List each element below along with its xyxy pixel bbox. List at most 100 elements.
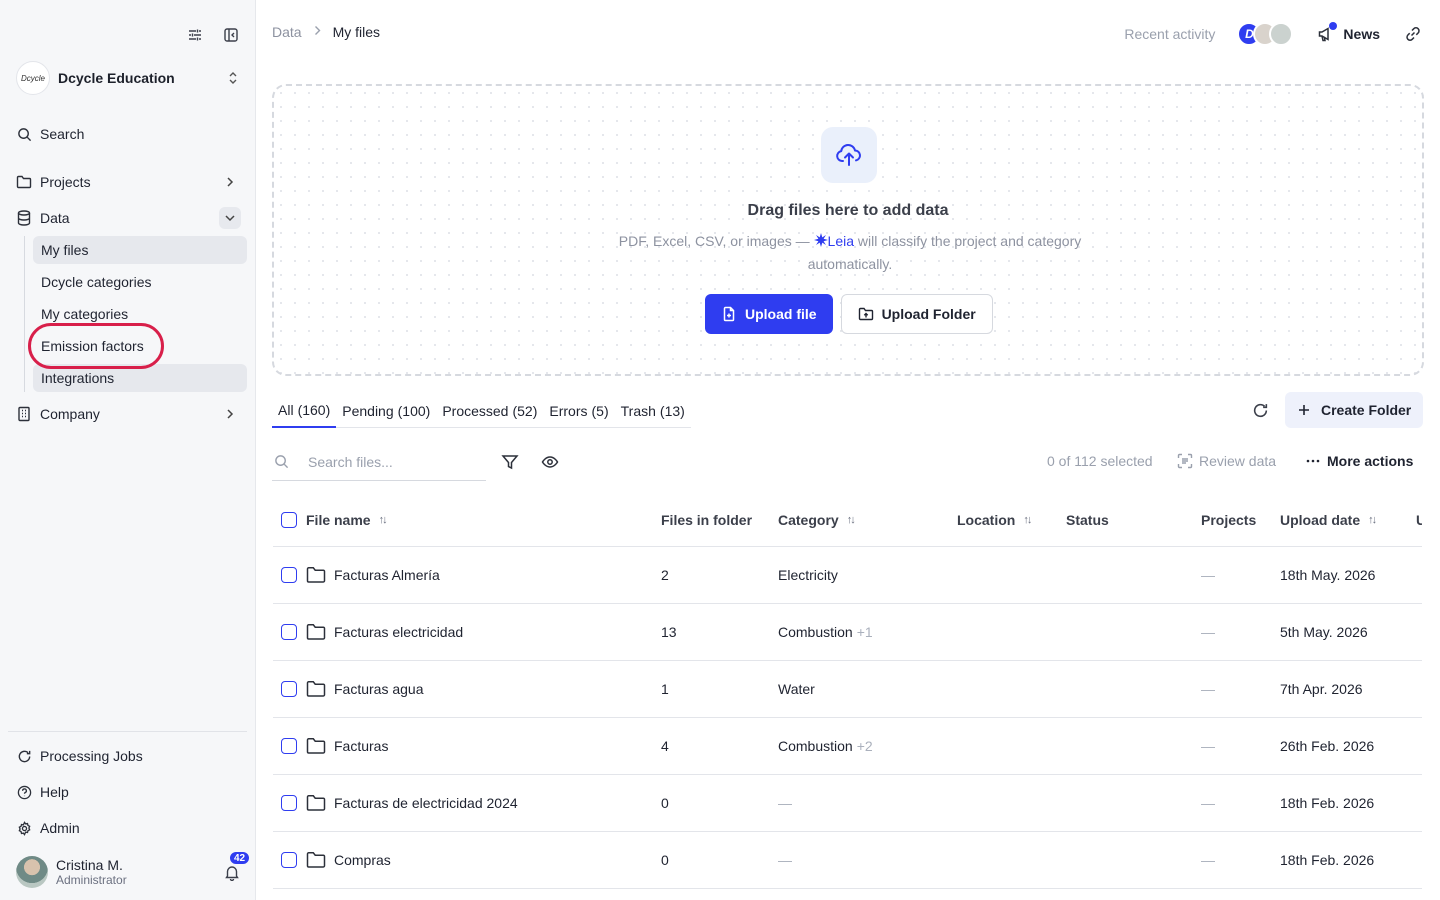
table-row[interactable]: Facturas Almería 2 Electricity — 18th Ma…: [273, 547, 1422, 604]
tab-pending[interactable]: Pending (100): [336, 394, 436, 428]
row-checkbox[interactable]: [281, 738, 297, 754]
scan-icon: [1177, 453, 1193, 469]
breadcrumb-data-link[interactable]: Data: [272, 24, 302, 40]
upload-folder-button[interactable]: Upload Folder: [840, 294, 993, 334]
select-all-checkbox[interactable]: [281, 512, 297, 528]
row-checkbox[interactable]: [281, 567, 297, 583]
collapse-sidebar-icon[interactable]: [222, 26, 240, 44]
file-name-cell: Facturas Almería: [306, 566, 661, 584]
file-name[interactable]: Facturas de electricidad 2024: [334, 795, 518, 811]
file-name[interactable]: Compras: [334, 852, 391, 868]
refresh-icon: [16, 748, 32, 764]
sort-icon[interactable]: ↑↓: [847, 514, 856, 526]
filter-icon[interactable]: [501, 453, 519, 471]
leia-link[interactable]: Leia: [813, 233, 858, 249]
category-cell: Combustion +1: [778, 624, 957, 640]
tab-count: (160): [297, 402, 331, 418]
column-label: File name: [306, 512, 371, 528]
category-value: —: [778, 795, 792, 811]
sidebar-item-processing-jobs[interactable]: Processing Jobs: [16, 742, 241, 770]
upload-date: 26th Feb. 2026: [1280, 738, 1375, 754]
dropzone-subtitle: PDF, Excel, CSV, or images — Leia will c…: [594, 230, 1106, 276]
notifications-button[interactable]: 42: [222, 850, 252, 882]
collaborator-avatars[interactable]: D: [1237, 22, 1294, 46]
sidebar-item-data[interactable]: Data: [16, 204, 241, 232]
tab-errors[interactable]: Errors (5): [543, 394, 614, 428]
file-name[interactable]: Facturas: [334, 738, 388, 754]
column-file-name[interactable]: File name ↑↓: [306, 512, 661, 528]
sidebar-item-company[interactable]: Company: [16, 400, 241, 428]
projects-value: —: [1201, 852, 1215, 868]
news-button[interactable]: News: [1317, 22, 1380, 43]
sidebar-subitem-dcycle-categories[interactable]: Dcycle categories: [33, 268, 247, 296]
column-location[interactable]: Location ↑↓: [957, 512, 1066, 528]
search-input[interactable]: [308, 454, 468, 470]
more-actions-button[interactable]: More actions: [1305, 453, 1413, 469]
sidebar-subitem-emission-factors[interactable]: Emission factors: [33, 332, 247, 360]
file-name-cell: Compras: [306, 851, 661, 869]
upload-date: 18th May. 2026: [1280, 567, 1376, 583]
category-value: Combustion: [778, 624, 853, 640]
cloud-upload-icon: [821, 127, 877, 183]
submenu-rail: [24, 236, 25, 392]
chevron-right-icon[interactable]: [219, 171, 241, 193]
tab-processed[interactable]: Processed (52): [436, 394, 543, 428]
sidebar-subitem-my-categories[interactable]: My categories: [33, 300, 247, 328]
file-name[interactable]: Facturas agua: [334, 681, 424, 697]
plus-icon: [1297, 403, 1311, 417]
sliders-icon[interactable]: [186, 26, 204, 44]
dropzone-title: Drag files here to add data: [747, 202, 949, 219]
column-category[interactable]: Category ↑↓: [778, 512, 957, 528]
table-row[interactable]: Facturas de electricidad 2024 0 — — 18th…: [273, 775, 1422, 832]
row-checkbox[interactable]: [281, 681, 297, 697]
header-actions: Recent activity D News: [1124, 18, 1422, 50]
row-checkbox[interactable]: [281, 852, 297, 868]
file-name[interactable]: Facturas Almería: [334, 567, 440, 583]
tab-label: Pending: [342, 403, 394, 419]
sidebar: Dcycle Dcycle Education Search Projects …: [0, 0, 256, 900]
chevron-right-icon[interactable]: [219, 403, 241, 425]
category-value: —: [778, 852, 792, 868]
selection-count: 0 of 112 selected: [1047, 453, 1153, 469]
sidebar-subitem-my-files[interactable]: My files: [33, 236, 247, 264]
file-dropzone[interactable]: Drag files here to add data PDF, Excel, …: [272, 84, 1424, 376]
sidebar-top-icons: [186, 26, 240, 44]
review-data-button[interactable]: Review data: [1177, 453, 1276, 469]
org-switcher[interactable]: Dcycle Dcycle Education: [16, 60, 241, 96]
table-row[interactable]: Compras 0 — — 18th Feb. 2026: [273, 832, 1422, 889]
sidebar-item-label: Projects: [40, 174, 91, 190]
table-row[interactable]: Facturas 4 Combustion +2 — 26th Feb. 2026: [273, 718, 1422, 775]
sidebar-item-projects[interactable]: Projects: [16, 168, 241, 196]
table-row[interactable]: Facturas electricidad 13 Combustion +1 — …: [273, 604, 1422, 661]
user-profile[interactable]: Cristina M. Administrator 42: [16, 850, 252, 889]
category-value: Water: [778, 681, 815, 697]
sort-icon[interactable]: ↑↓: [379, 514, 388, 526]
file-name[interactable]: Facturas electricidad: [334, 624, 463, 640]
upload-file-label: Upload file: [745, 306, 817, 322]
sidebar-item-help[interactable]: Help: [16, 778, 241, 806]
row-checkbox[interactable]: [281, 795, 297, 811]
files-count: 13: [661, 624, 677, 640]
eye-icon[interactable]: [541, 453, 559, 471]
help-icon: [16, 784, 32, 800]
chevron-down-icon[interactable]: [219, 207, 241, 229]
sort-icon[interactable]: ↑↓: [1368, 514, 1377, 526]
row-checkbox[interactable]: [281, 624, 297, 640]
refresh-icon[interactable]: [1252, 402, 1270, 420]
user-role: Administrator: [56, 873, 127, 887]
sidebar-divider: [8, 731, 247, 732]
create-folder-button[interactable]: Create Folder: [1285, 392, 1424, 428]
upload-file-button[interactable]: Upload file: [705, 294, 833, 334]
sidebar-item-admin[interactable]: Admin: [16, 814, 241, 842]
sidebar-item-search[interactable]: Search: [16, 120, 241, 148]
sidebar-subitem-integrations[interactable]: Integrations: [33, 364, 247, 392]
recent-activity-link[interactable]: Recent activity: [1124, 26, 1215, 42]
row-select-cell: [273, 852, 306, 868]
megaphone-icon: [1317, 22, 1338, 43]
column-upload-date[interactable]: Upload date ↑↓: [1280, 512, 1416, 528]
table-row[interactable]: Facturas agua 1 Water — 7th Apr. 2026: [273, 661, 1422, 718]
link-icon[interactable]: [1404, 25, 1422, 43]
tab-all[interactable]: All (160): [272, 394, 337, 428]
tab-trash[interactable]: Trash (13): [615, 394, 691, 428]
sort-icon[interactable]: ↑↓: [1023, 514, 1032, 526]
